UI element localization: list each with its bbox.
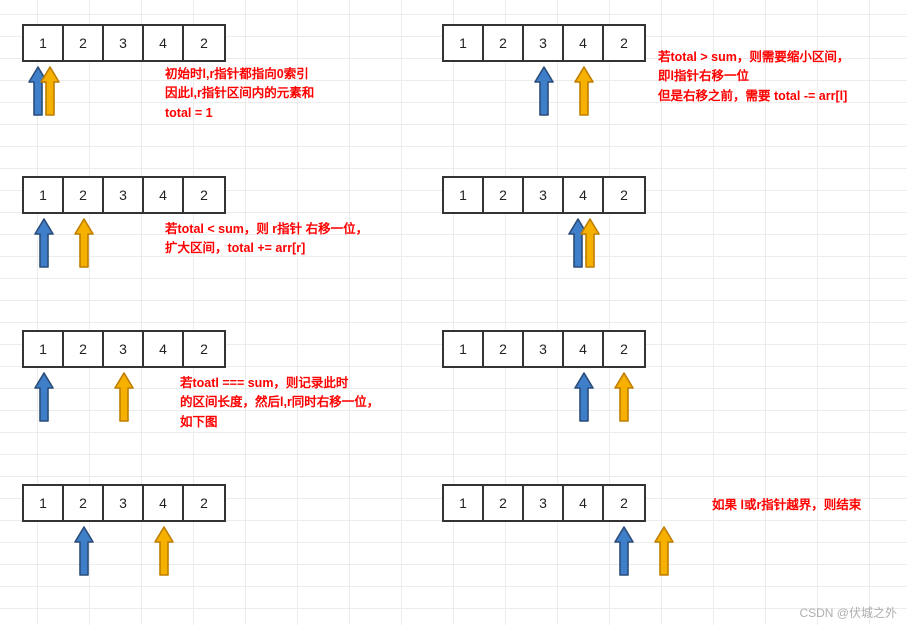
pointer-arrows [22,522,226,582]
array-cell: 4 [144,26,184,60]
step-8: 12342 [442,484,646,582]
array-row: 12342 [22,176,226,214]
array-cell: 4 [564,486,604,520]
step-7: 12342 [22,484,226,582]
note-line: 若total < sum，则 r指针 右移一位， [165,220,368,239]
l-pointer-arrow-icon [74,526,94,576]
array-cell: 2 [604,486,644,520]
step-note: 若total > sum，则需要缩小区间，即l指针右移一位但是右移之前，需要 t… [658,48,849,106]
array-cell: 2 [64,178,104,212]
array-cell: 3 [104,26,144,60]
r-pointer-arrow-icon [40,66,60,116]
array-cell: 2 [604,178,644,212]
note-line: 的区间长度，然后l,r同时右移一位， [180,393,379,412]
step-note: 若toatl === sum，则记录此时的区间长度，然后l,r同时右移一位，如下… [180,374,379,432]
array-cell: 2 [184,332,224,366]
array-cell: 1 [24,178,64,212]
note-line: 即l指针右移一位 [658,67,849,86]
note-line: 扩大区间，total += arr[r] [165,239,368,258]
array-cell: 1 [444,332,484,366]
array-row: 12342 [442,330,646,368]
array-cell: 2 [604,332,644,366]
array-cell: 1 [444,486,484,520]
array-cell: 2 [64,486,104,520]
r-pointer-arrow-icon [614,372,634,422]
array-row: 12342 [442,176,646,214]
l-pointer-arrow-icon [574,372,594,422]
array-cell: 3 [524,332,564,366]
array-cell: 3 [524,486,564,520]
note-line: total = 1 [165,104,314,123]
r-pointer-arrow-icon [574,66,594,116]
array-cell: 4 [564,178,604,212]
r-pointer-arrow-icon [114,372,134,422]
l-pointer-arrow-icon [614,526,634,576]
array-cell: 1 [444,26,484,60]
note-line: 如下图 [180,413,379,432]
array-cell: 4 [564,26,604,60]
step-note: 若total < sum，则 r指针 右移一位，扩大区间，total += ar… [165,220,368,259]
array-cell: 4 [144,486,184,520]
array-row: 12342 [22,330,226,368]
array-cell: 3 [104,486,144,520]
step-6: 12342 [442,330,646,428]
step-note: 如果 l或r指针越界，则结束 [712,496,861,515]
note-line: 若total > sum，则需要缩小区间， [658,48,849,67]
l-pointer-arrow-icon [534,66,554,116]
array-cell: 2 [484,486,524,520]
r-pointer-arrow-icon [654,526,674,576]
r-pointer-arrow-icon [580,218,600,268]
step-note: 初始时l,r指针都指向0索引因此l,r指针区间内的元素和total = 1 [165,65,314,123]
array-cell: 2 [604,26,644,60]
note-line: 若toatl === sum，则记录此时 [180,374,379,393]
array-cell: 1 [24,26,64,60]
step-2: 12342 [442,24,646,122]
array-row: 12342 [22,24,226,62]
array-cell: 2 [484,178,524,212]
array-cell: 2 [184,26,224,60]
pointer-arrows [442,522,646,582]
note-line: 但是右移之前，需要 total -= arr[l] [658,87,849,106]
r-pointer-arrow-icon [154,526,174,576]
array-cell: 2 [64,26,104,60]
array-cell: 2 [184,178,224,212]
array-cell: 4 [144,332,184,366]
array-cell: 3 [524,26,564,60]
array-cell: 2 [184,486,224,520]
array-cell: 1 [24,332,64,366]
array-cell: 2 [484,332,524,366]
array-cell: 1 [444,178,484,212]
array-cell: 1 [24,486,64,520]
array-row: 12342 [442,24,646,62]
array-row: 12342 [442,484,646,522]
array-cell: 2 [484,26,524,60]
note-line: 因此l,r指针区间内的元素和 [165,84,314,103]
watermark: CSDN @伏城之外 [799,604,897,621]
array-cell: 3 [524,178,564,212]
array-row: 12342 [22,484,226,522]
step-4: 12342 [442,176,646,274]
pointer-arrows [442,62,646,122]
note-line: 初始时l,r指针都指向0索引 [165,65,314,84]
array-cell: 3 [104,178,144,212]
array-cell: 3 [104,332,144,366]
note-line: 如果 l或r指针越界，则结束 [712,496,861,515]
l-pointer-arrow-icon [34,372,54,422]
pointer-arrows [442,214,646,274]
pointer-arrows [442,368,646,428]
array-cell: 4 [564,332,604,366]
array-cell: 2 [64,332,104,366]
array-cell: 4 [144,178,184,212]
r-pointer-arrow-icon [74,218,94,268]
l-pointer-arrow-icon [34,218,54,268]
